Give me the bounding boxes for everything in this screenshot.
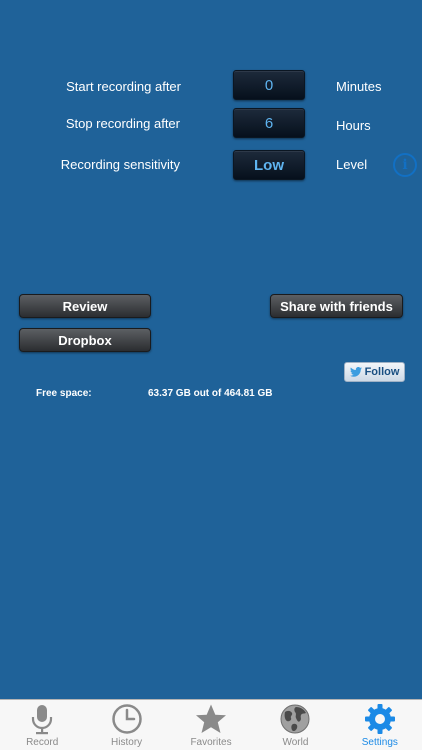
review-button[interactable]: Review	[19, 294, 151, 318]
sensitivity-label: Recording sensitivity	[60, 157, 180, 172]
tab-settings-label: Settings	[361, 737, 398, 748]
sensitivity-value[interactable]: Low	[233, 150, 305, 180]
follow-button[interactable]: Follow	[344, 362, 405, 382]
tab-world-label: World	[282, 737, 309, 748]
free-space-label: Free space:	[36, 388, 92, 399]
clock-icon	[111, 704, 142, 734]
microphone-icon	[32, 705, 53, 735]
tab-world[interactable]: World	[253, 700, 337, 750]
tab-favorites-label: Favorites	[190, 737, 232, 748]
stop-recording-unit: Hours	[336, 118, 371, 133]
start-recording-value[interactable]: 0	[233, 70, 305, 100]
dropbox-button[interactable]: Dropbox	[19, 328, 151, 352]
tab-history-label: History	[111, 737, 143, 748]
twitter-bird-icon	[349, 367, 362, 377]
free-space-value: 63.37 GB out of 464.81 GB	[148, 388, 273, 399]
tab-history[interactable]: History	[84, 700, 168, 750]
star-icon	[196, 704, 227, 733]
tab-bar: Record History Favorites World Settings	[0, 699, 422, 750]
globe-icon	[280, 704, 310, 734]
start-recording-label: Start recording after	[66, 79, 181, 94]
gear-icon	[364, 704, 395, 734]
tab-settings[interactable]: Settings	[338, 700, 422, 750]
share-button[interactable]: Share with friends	[270, 294, 403, 318]
stop-recording-value[interactable]: 6	[233, 108, 305, 138]
start-recording-unit: Minutes	[336, 79, 382, 94]
tab-record-label: Record	[26, 737, 59, 748]
follow-label: Follow	[364, 366, 400, 378]
stop-recording-label: Stop recording after	[65, 116, 180, 131]
info-icon[interactable]: i	[393, 153, 417, 177]
sensitivity-unit: Level	[336, 157, 368, 172]
tab-favorites[interactable]: Favorites	[169, 700, 253, 750]
tab-record[interactable]: Record	[0, 700, 84, 750]
